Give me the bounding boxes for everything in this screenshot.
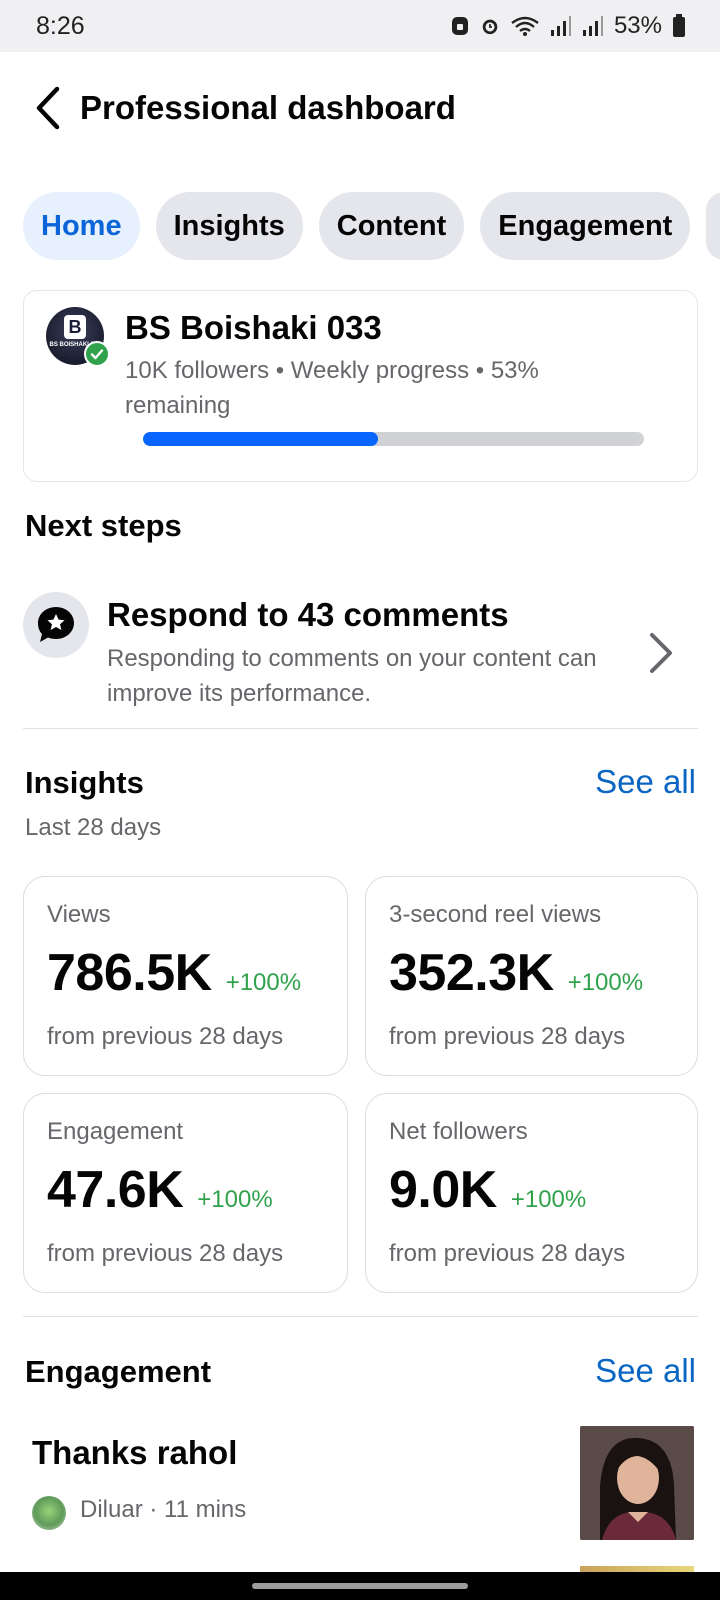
battery-percent: 53% <box>613 12 662 39</box>
weekly-progress-bar <box>143 432 644 446</box>
battery-icon <box>673 14 685 37</box>
professional-dashboard-screen: 8:26 53% Professional dashboard Home Ins… <box>0 0 720 1600</box>
tab-bar: Home Insights Content Engagement <box>23 192 720 260</box>
metric-value-row: 47.6K +100% <box>47 1160 273 1220</box>
weekly-progress-fill <box>143 432 379 446</box>
post-thumbnail[interactable] <box>580 1426 694 1540</box>
tab-more-partial[interactable] <box>706 192 720 260</box>
profile-progress-card[interactable]: B BS BOISHAKI 033 BS Boishaki 033 10K fo… <box>23 290 698 482</box>
metric-value: 47.6K <box>47 1161 184 1219</box>
commenter-avatar <box>32 1496 66 1530</box>
signal-icon <box>550 16 571 36</box>
divider <box>23 728 698 729</box>
insights-period: Last 28 days <box>25 814 162 841</box>
home-gesture-handle[interactable] <box>252 1583 468 1589</box>
comment-star-icon <box>23 592 89 658</box>
status-time: 8:26 <box>36 11 85 40</box>
metric-change: +100% <box>567 969 644 996</box>
page-title: Professional dashboard <box>80 89 456 126</box>
metric-value: 352.3K <box>389 944 554 1002</box>
header: Professional dashboard <box>0 52 720 164</box>
avatar-letter: B <box>64 315 86 339</box>
next-step-title: Respond to 43 comments <box>107 596 509 633</box>
metric-value-row: 9.0K +100% <box>389 1160 586 1220</box>
metric-footnote: from previous 28 days <box>47 1023 284 1050</box>
metric-label: Engagement <box>47 1118 184 1145</box>
metric-footnote: from previous 28 days <box>47 1240 284 1267</box>
metric-value: 9.0K <box>389 1161 497 1219</box>
engagement-item-meta: Diluar · 11 mins <box>80 1496 247 1523</box>
tab-home[interactable]: Home <box>23 192 140 260</box>
metric-value: 786.5K <box>47 944 212 1002</box>
metric-value-row: 786.5K +100% <box>47 943 301 1003</box>
metric-label: Net followers <box>389 1118 528 1145</box>
metric-change: +100% <box>197 1186 273 1213</box>
back-button[interactable] <box>26 86 70 130</box>
lock-icon <box>451 17 468 35</box>
tab-engagement[interactable]: Engagement <box>480 192 691 260</box>
verified-check-icon <box>84 341 110 367</box>
metric-label: 3-second reel views <box>389 901 602 928</box>
insights-see-all-link[interactable]: See all <box>595 763 696 801</box>
engagement-item-title: Thanks rahol <box>32 1434 238 1471</box>
metric-value-row: 352.3K +100% <box>389 943 643 1003</box>
status-bar: 8:26 53% <box>0 0 720 52</box>
engagement-heading: Engagement <box>25 1354 212 1389</box>
metric-card-net-followers[interactable]: Net followers 9.0K +100% from previous 2… <box>365 1093 698 1293</box>
navigation-bar <box>0 1572 720 1600</box>
metric-card-reel-views[interactable]: 3-second reel views 352.3K +100% from pr… <box>365 876 698 1076</box>
signal-icon-2 <box>582 16 603 36</box>
tab-insights[interactable]: Insights <box>155 192 303 260</box>
wifi-icon <box>511 16 539 36</box>
profile-meta: 10K followers • Weekly progress • 53% re… <box>125 357 539 419</box>
next-step-item[interactable]: Respond to 43 comments Responding to com… <box>0 582 720 728</box>
metric-change: +100% <box>510 1186 587 1213</box>
engagement-item[interactable]: Thanks rahol Diluar · 11 mins <box>0 1418 720 1543</box>
metric-footnote: from previous 28 days <box>389 1023 626 1050</box>
status-icons: 53% <box>450 12 686 40</box>
metric-change: +100% <box>225 969 302 996</box>
next-step-description: Responding to comments on your content c… <box>107 645 597 707</box>
divider <box>23 1316 698 1317</box>
next-steps-heading: Next steps <box>25 508 182 543</box>
page-name: BS Boishaki 033 <box>125 309 382 346</box>
engagement-see-all-link[interactable]: See all <box>595 1352 696 1390</box>
chevron-right-icon <box>650 633 672 673</box>
metric-card-engagement[interactable]: Engagement 47.6K +100% from previous 28 … <box>23 1093 348 1293</box>
insights-heading: Insights <box>25 765 144 800</box>
metric-footnote: from previous 28 days <box>389 1240 626 1267</box>
thumbnail-portrait <box>580 1426 694 1540</box>
alarm-icon <box>482 19 498 35</box>
tab-content[interactable]: Content <box>318 192 465 260</box>
metric-card-views[interactable]: Views 786.5K +100% from previous 28 days <box>23 876 348 1076</box>
metric-label: Views <box>47 901 111 928</box>
back-arrow-icon <box>36 86 60 130</box>
